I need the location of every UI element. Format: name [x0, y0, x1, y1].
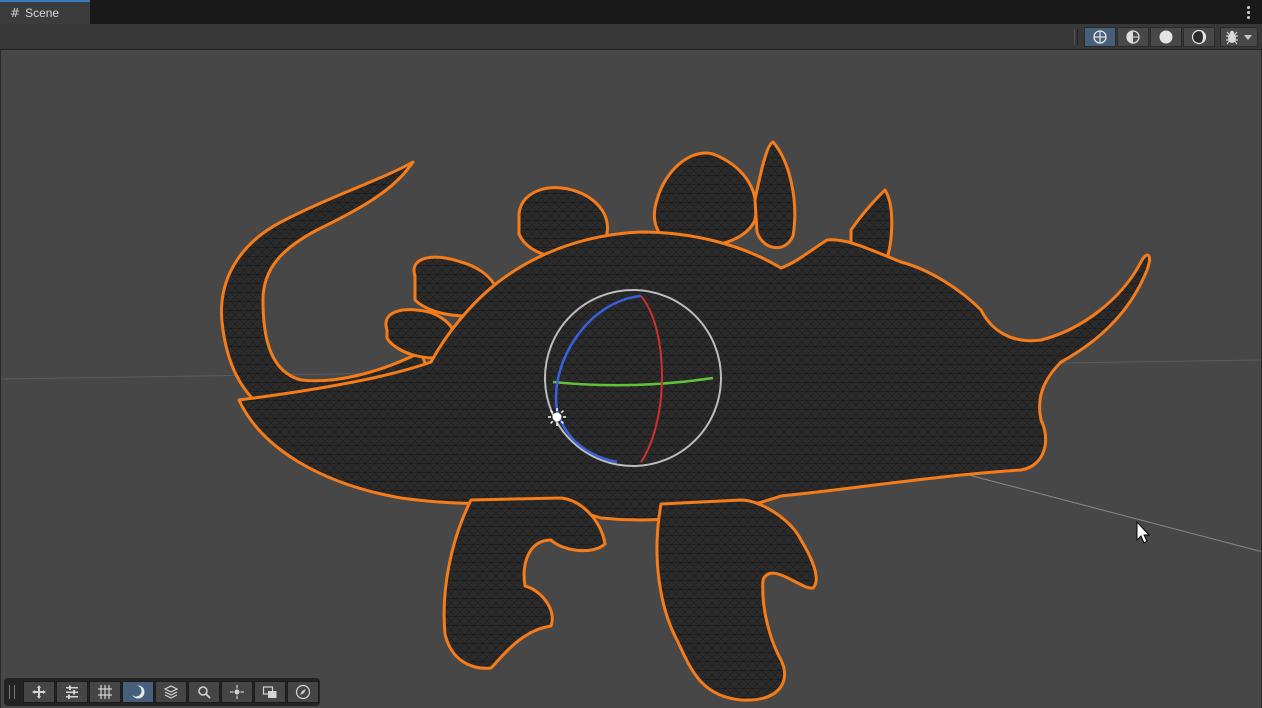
pivot-icon — [230, 685, 244, 699]
scene-tab[interactable]: # Scene — [0, 0, 90, 24]
sliders-icon — [66, 685, 78, 699]
chevron-down-icon — [1244, 34, 1252, 40]
tool-settings-button[interactable] — [56, 681, 88, 703]
camera-view-button[interactable] — [254, 681, 286, 703]
move-tool-button[interactable] — [23, 681, 55, 703]
drag-handle[interactable] — [9, 685, 15, 699]
pivot-button[interactable] — [221, 681, 253, 703]
shaded-wireframe-mode-button[interactable] — [1117, 27, 1149, 47]
draw-mode-button[interactable] — [122, 681, 154, 703]
search-icon — [198, 686, 211, 699]
compass-icon — [295, 684, 311, 700]
grid-snapping-button[interactable] — [89, 681, 121, 703]
kebab-menu-icon[interactable] — [1240, 3, 1256, 21]
move-arrows-icon — [32, 685, 46, 699]
shaded-wireframe-icon — [1126, 30, 1140, 44]
lit-mode-button[interactable] — [1183, 27, 1215, 47]
wireframe-globe-icon — [1093, 30, 1107, 44]
toolbar-divider — [1074, 29, 1078, 45]
bug-effects-icon — [1226, 30, 1238, 45]
layers-icon — [163, 685, 179, 699]
unlit-sphere-icon — [1159, 30, 1173, 44]
grid-hash-icon: # — [10, 6, 21, 20]
orientation-button[interactable] — [287, 681, 319, 703]
wireframe-mode-button[interactable] — [1084, 27, 1116, 47]
overlay-toolbar — [4, 678, 320, 706]
scene-viewport[interactable] — [0, 50, 1262, 708]
layers-button[interactable] — [155, 681, 187, 703]
grid-snap-icon — [98, 685, 112, 699]
scene-toolbar — [0, 24, 1262, 50]
camera-view-icon — [262, 686, 277, 698]
lit-sphere-icon — [1191, 29, 1207, 45]
scene-tab-label: Scene — [25, 6, 60, 20]
dinosaur-mesh[interactable] — [220, 140, 1151, 702]
moon-shading-icon — [130, 685, 145, 699]
scene-render — [1, 140, 1261, 702]
mouse-cursor-icon — [1136, 520, 1151, 544]
unlit-mode-button[interactable] — [1150, 27, 1182, 47]
window-tab-bar: # Scene — [0, 0, 1262, 24]
shading-mode-group — [1084, 27, 1216, 47]
search-button[interactable] — [188, 681, 220, 703]
effects-dropdown-button[interactable] — [1220, 27, 1258, 47]
sun-light-icon — [548, 408, 566, 426]
